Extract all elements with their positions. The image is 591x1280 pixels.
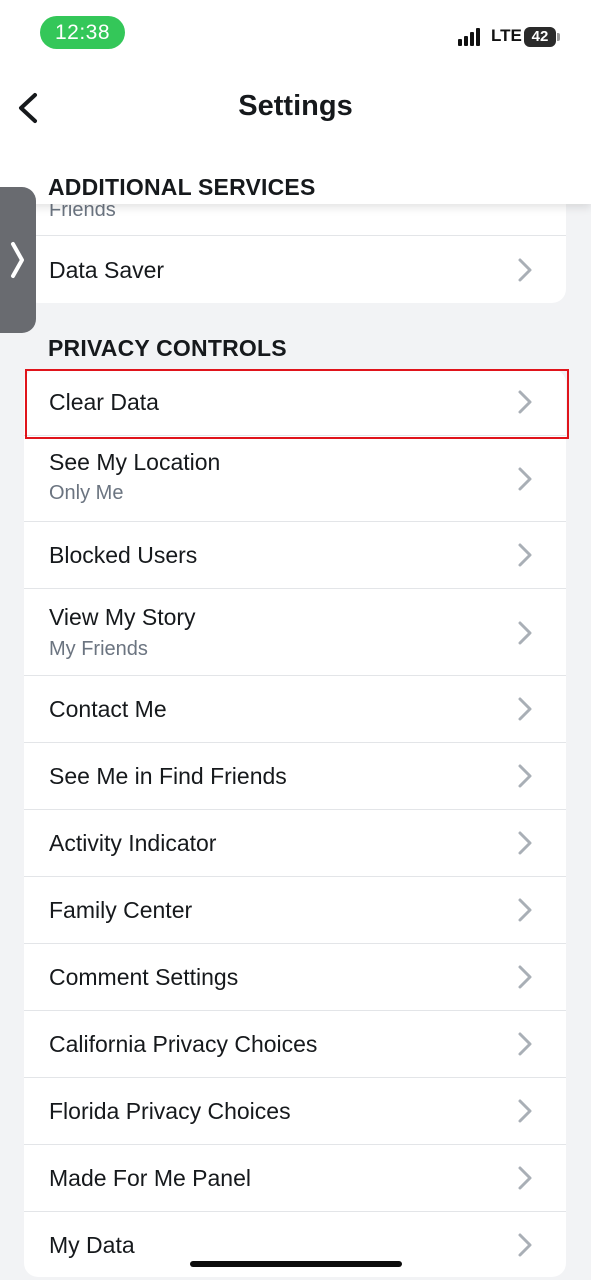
chevron-right-icon [516,1232,534,1258]
row-label: California Privacy Choices [49,1031,318,1057]
section-header-additional-services: ADDITIONAL SERVICES [0,156,591,204]
settings-row-made-for-me-panel[interactable]: Made For Me Panel [24,1145,566,1212]
section-title: ADDITIONAL SERVICES [48,174,316,200]
chevron-right-icon [516,466,534,492]
chevron-right-icon [516,763,534,789]
settings-row-blocked-users[interactable]: Blocked Users [24,522,566,589]
row-label: Made For Me Panel [49,1165,251,1191]
settings-row-comment-settings[interactable]: Comment Settings [24,944,566,1011]
home-indicator [190,1261,402,1267]
status-bar: 12:38 LTE 42 [0,0,591,60]
status-time: 12:38 [40,16,125,49]
section-title-privacy-controls: PRIVACY CONTROLS [48,335,287,361]
row-subtitle: My Friends [49,638,148,660]
privacy-controls-card: Clear Data See My Location Only Me Block… [24,369,566,1277]
row-label: Florida Privacy Choices [49,1098,291,1124]
chevron-right-icon [11,242,24,278]
settings-row-florida-privacy-choices[interactable]: Florida Privacy Choices [24,1078,566,1145]
chevron-right-icon [516,1098,534,1124]
settings-row-view-my-story[interactable]: View My Story My Friends [24,589,566,676]
chevron-right-icon [516,696,534,722]
chevron-right-icon [516,542,534,568]
settings-row-contact-me[interactable]: Contact Me [24,676,566,743]
row-label: Contact Me [49,696,167,722]
row-label: See My Location [49,449,221,475]
row-subtitle: Only Me [49,482,124,504]
settings-row-activity-indicator[interactable]: Activity Indicator [24,810,566,877]
battery-tip [557,33,560,41]
settings-row-data-saver[interactable]: Data Saver [24,236,566,303]
row-label: See Me in Find Friends [49,763,287,789]
chevron-right-icon [516,964,534,990]
row-label: Clear Data [49,389,159,415]
chevron-right-icon [516,389,534,415]
page-title: Settings [238,90,353,122]
chevron-right-icon [516,830,534,856]
chevron-right-icon [516,897,534,923]
row-label: Comment Settings [49,964,239,990]
settings-row-california-privacy-choices[interactable]: California Privacy Choices [24,1011,566,1078]
chevron-right-icon [516,1031,534,1057]
row-label: Data Saver [49,257,165,283]
cellular-signal-icon [458,28,485,46]
chevron-right-icon [516,620,534,646]
settings-row-see-me-in-find-friends[interactable]: See Me in Find Friends [24,743,566,810]
settings-row-my-data[interactable]: My Data [24,1212,566,1277]
row-label: Activity Indicator [49,830,217,856]
chevron-right-icon [516,257,534,283]
settings-row-see-my-location[interactable]: See My Location Only Me [24,436,566,522]
row-label: My Data [49,1232,135,1258]
carrier-label: LTE [491,26,522,45]
settings-row-clear-data[interactable]: Clear Data [24,369,566,436]
battery-icon: 42 [524,27,556,47]
row-label: Family Center [49,897,193,923]
row-label: View My Story [49,604,196,630]
row-label: Blocked Users [49,542,198,568]
chevron-right-icon [516,1165,534,1191]
settings-row-family-center[interactable]: Family Center [24,877,566,944]
nav-header: Settings [0,60,591,156]
side-panel-handle[interactable] [0,187,36,333]
